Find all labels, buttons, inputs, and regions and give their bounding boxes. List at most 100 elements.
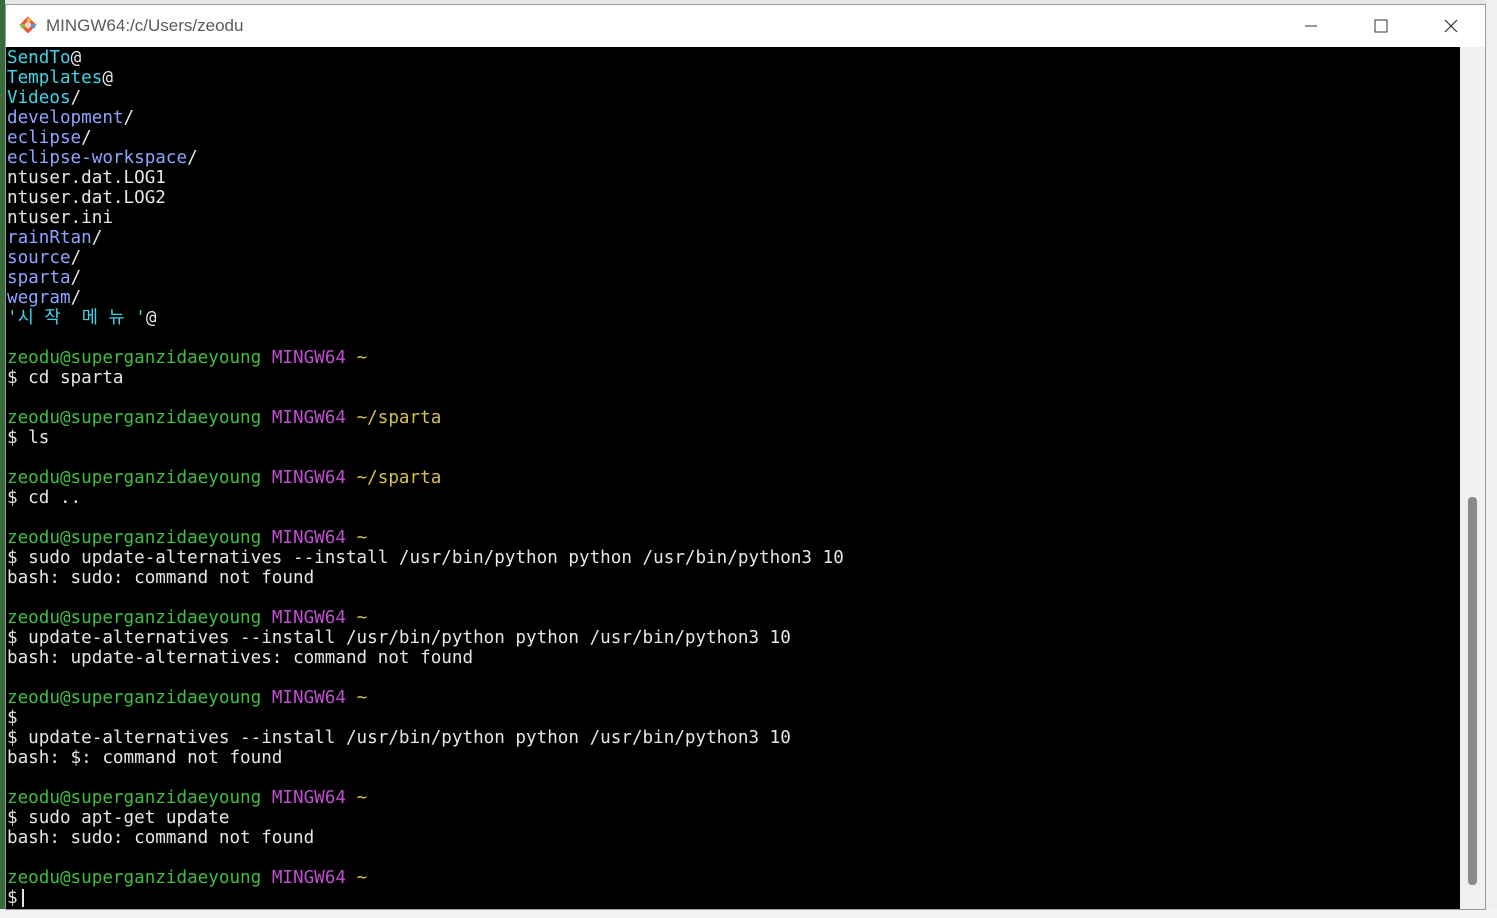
terminal-text-segment: bash: sudo: command not found: [7, 828, 315, 848]
terminal-line: zeodu@superganzidaeyoung MINGW64 ~: [7, 608, 844, 628]
terminal-line: eclipse/: [7, 128, 844, 148]
terminal-text-segment: Templates: [7, 68, 103, 88]
terminal-text-segment: MINGW64: [271, 868, 346, 888]
terminal-line: development/: [7, 108, 844, 128]
terminal-text-segment: ntuser.dat.LOG2: [7, 188, 166, 208]
terminal-text-segment: zeodu@superganzidaeyoung: [7, 468, 262, 488]
terminal-text-segment: /: [70, 88, 82, 108]
terminal-text-segment: @: [145, 308, 157, 328]
prompt-symbol: $: [7, 888, 18, 908]
terminal-line: bash: sudo: command not found: [7, 828, 844, 848]
terminal-text-segment: ~: [356, 688, 368, 708]
terminal-line: '시 작 메 뉴 '@: [7, 308, 844, 328]
terminal-text-segment: zeodu@superganzidaeyoung: [7, 788, 262, 808]
terminal-text-segment: SendTo: [7, 48, 71, 68]
terminal-text-segment: MINGW64: [271, 688, 346, 708]
terminal-text-segment: $ ls: [7, 428, 50, 448]
terminal-text-segment: zeodu@superganzidaeyoung: [7, 408, 262, 428]
terminal-text-segment: rainRtan: [7, 228, 92, 248]
terminal-line: $: [7, 708, 844, 728]
terminal-line: ntuser.dat.LOG1: [7, 168, 844, 188]
terminal-line: wegram/: [7, 288, 844, 308]
title-bar[interactable]: MINGW64:/c/Users/zeodu: [6, 5, 1485, 48]
terminal-text-segment: $: [7, 708, 18, 728]
terminal-text-segment: $ sudo update-alternatives --install /us…: [7, 548, 844, 568]
terminal-text-segment: sparta: [7, 268, 71, 288]
terminal-line: rainRtan/: [7, 228, 844, 248]
terminal-lines: SendTo@ Templates@ Videos/development/ecli…: [7, 48, 844, 908]
terminal-line: ntuser.dat.LOG2: [7, 188, 844, 208]
terminal-text-segment: Videos: [7, 88, 71, 108]
terminal-line: $ sudo update-alternatives --install /us…: [7, 548, 844, 568]
maximize-button[interactable]: [1346, 5, 1416, 47]
terminal-text-segment: MINGW64: [271, 468, 346, 488]
terminal-text-segment: ~: [356, 788, 368, 808]
close-icon: [1444, 19, 1458, 33]
terminal-text-segment: $ update-alternatives --install /usr/bin…: [7, 728, 791, 748]
terminal-text-segment: ntuser.dat.LOG1: [7, 168, 166, 188]
terminal-text-segment: /: [70, 248, 82, 268]
terminal-line: $ cd sparta: [7, 368, 844, 388]
terminal-output[interactable]: SendTo@ Templates@ Videos/development/ecli…: [6, 47, 1460, 909]
terminal-text-segment: MINGW64: [271, 408, 346, 428]
terminal-text-segment: MINGW64: [271, 788, 346, 808]
terminal-line: bash: $: command not found: [7, 748, 844, 768]
terminal-window: MINGW64:/c/Users/zeodu SendTo@ Templates@…: [5, 4, 1486, 910]
desktop-background-bottom: [0, 909, 1497, 918]
terminal-text-segment: $ update-alternatives --install /usr/bin…: [7, 628, 791, 648]
terminal-text-segment: ~: [356, 348, 368, 368]
terminal-line: $ cd ..: [7, 488, 844, 508]
terminal-text-segment: bash: $: command not found: [7, 748, 283, 768]
close-button[interactable]: [1416, 5, 1485, 47]
terminal-text-segment: /: [81, 128, 92, 148]
terminal-line: source/: [7, 248, 844, 268]
terminal-line: $ sudo apt-get update: [7, 808, 844, 828]
terminal-text-segment: ~: [356, 868, 368, 888]
terminal-line: SendTo@: [7, 48, 844, 68]
terminal-text-segment: /: [187, 148, 198, 168]
terminal-line: ntuser.ini: [7, 208, 844, 228]
terminal-line: Templates@: [7, 68, 844, 88]
terminal-line: Videos/: [7, 88, 844, 108]
terminal-text-segment: /: [91, 228, 103, 248]
terminal-line: $ update-alternatives --install /usr/bin…: [7, 628, 844, 648]
terminal-text-segment: MINGW64: [271, 348, 346, 368]
terminal-text-segment: @: [102, 68, 113, 88]
vertical-scrollbar[interactable]: [1460, 47, 1485, 909]
terminal-text-segment: zeodu@superganzidaeyoung: [7, 868, 262, 888]
terminal-line: bash: update-alternatives: command not f…: [7, 648, 844, 668]
scrollbar-thumb[interactable]: [1468, 497, 1477, 885]
minimize-button[interactable]: [1276, 5, 1346, 47]
terminal-text-segment: ntuser.ini: [7, 208, 113, 228]
terminal-text-segment: zeodu@superganzidaeyoung: [7, 688, 262, 708]
terminal-text-segment: MINGW64: [271, 528, 346, 548]
terminal-text-segment: bash: update-alternatives: command not f…: [7, 648, 474, 668]
terminal-text-segment: wegram: [7, 288, 71, 308]
terminal-text-segment: /: [70, 288, 82, 308]
terminal-line: eclipse-workspace/: [7, 148, 844, 168]
terminal-text-segment: /: [70, 268, 82, 288]
terminal-text-segment: @: [70, 48, 82, 68]
terminal-text-segment: eclipse: [7, 128, 82, 148]
terminal-line: sparta/: [7, 268, 844, 288]
terminal-prompt-line[interactable]: $: [7, 888, 844, 908]
terminal-text-segment: eclipse-workspace: [7, 148, 188, 168]
desktop-background-right: [1486, 0, 1497, 918]
terminal-line: zeodu@superganzidaeyoung MINGW64 ~: [7, 868, 844, 888]
terminal-line: bash: sudo: command not found: [7, 568, 844, 588]
git-diamond-icon: [18, 15, 38, 35]
